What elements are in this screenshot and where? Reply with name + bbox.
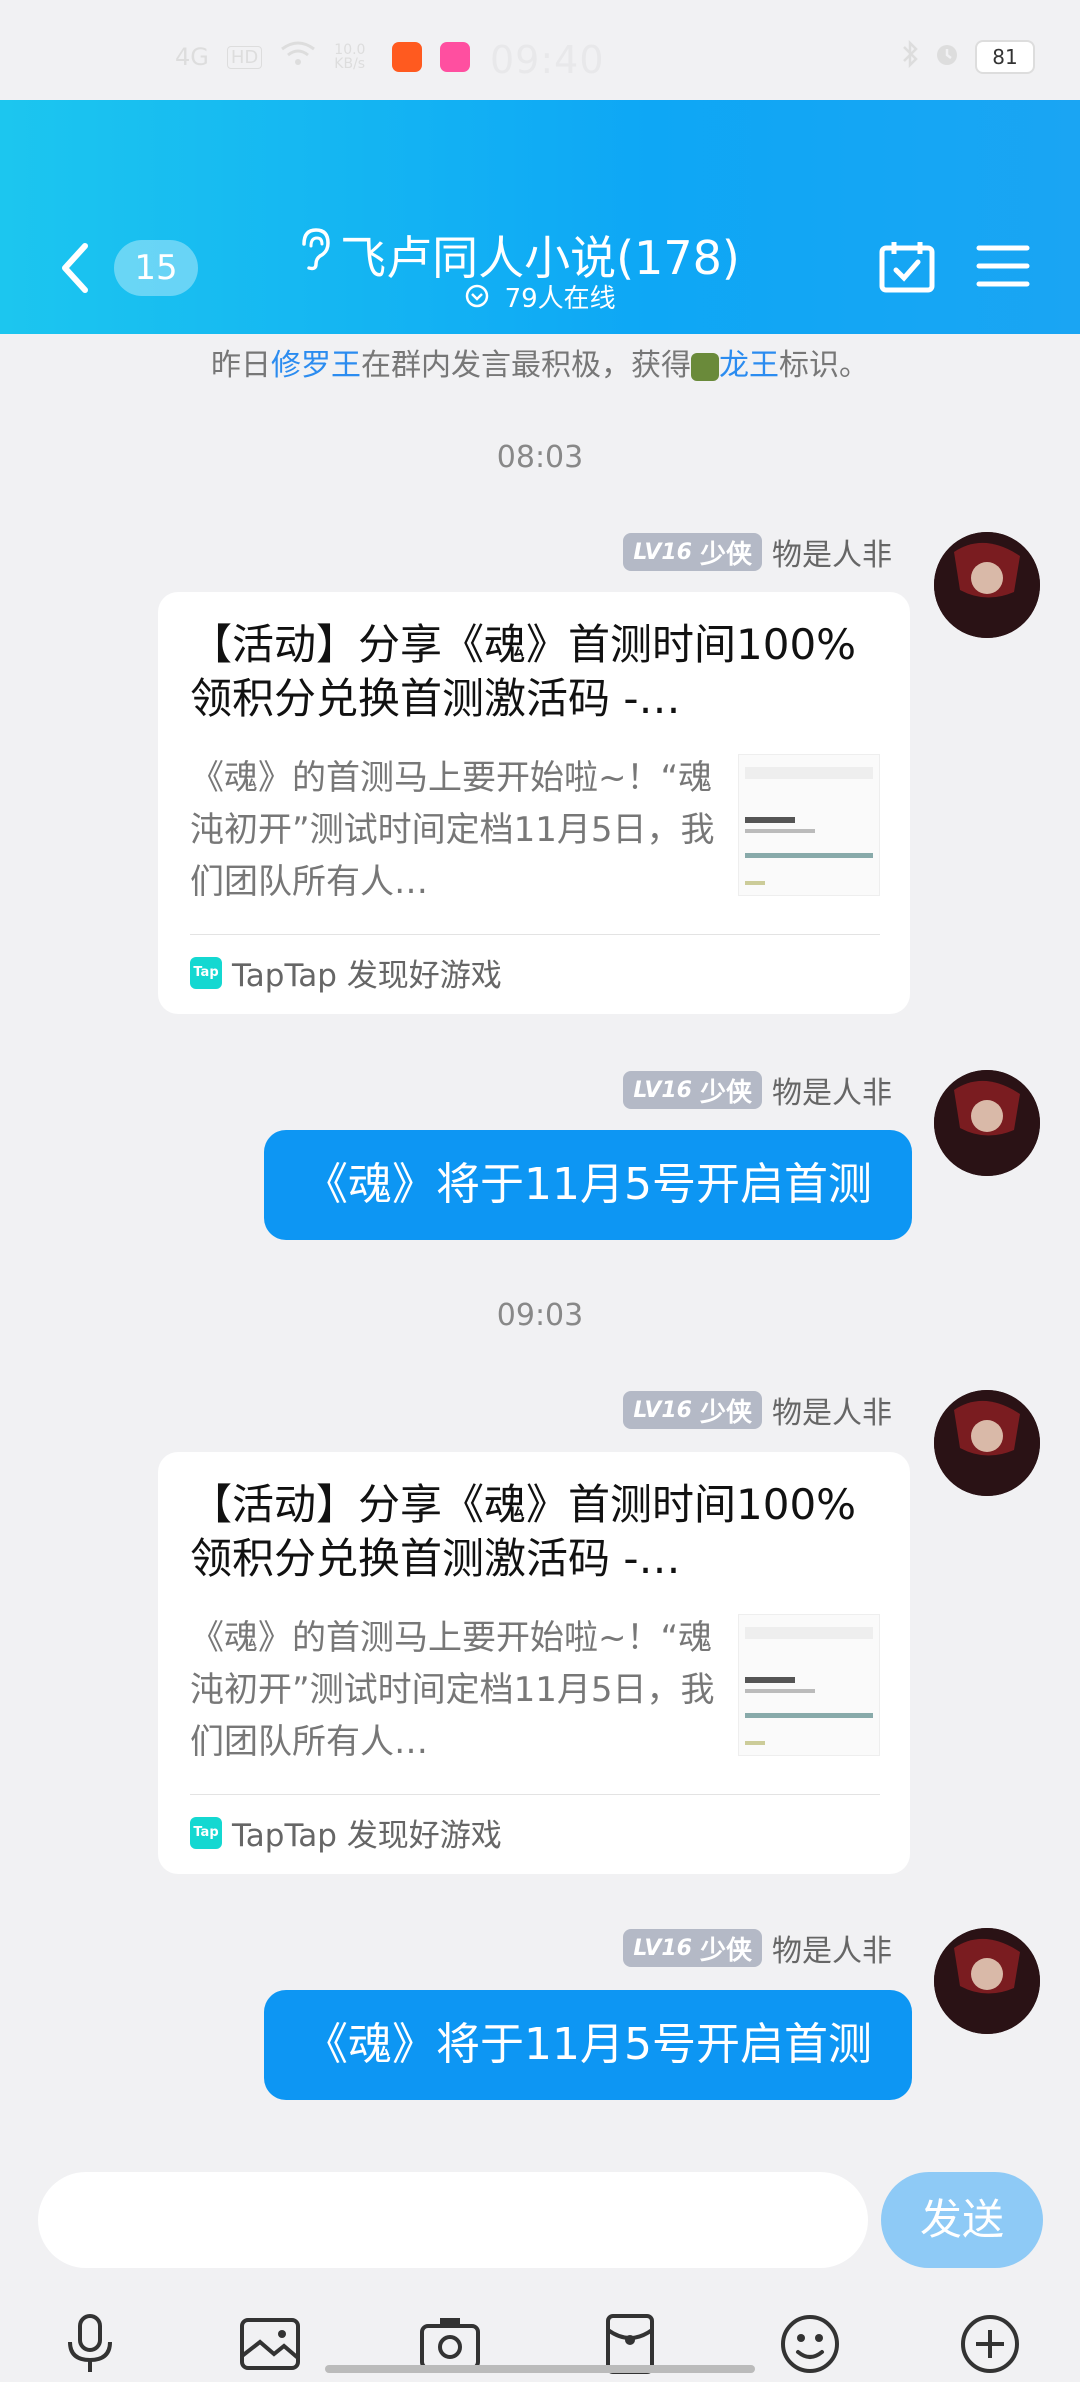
online-status-icon [464, 283, 490, 316]
time-separator: 09:03 [496, 1298, 584, 1333]
status-right: 81 [901, 39, 1035, 74]
card-divider [190, 1794, 880, 1795]
card-description: 《魂》的首测马上要开始啦~！“魂沌初开”测试时间定档11月5日，我们团队所有人… [190, 1618, 715, 1762]
card-title: 【活动】分享《魂》首测时间100%领积分兑换首测激活码 -… [190, 620, 857, 723]
taptap-logo-icon: Tap [190, 1816, 222, 1849]
plus-icon[interactable] [958, 2312, 1022, 2376]
taptap-logo-icon: Tap [190, 956, 222, 989]
menu-button[interactable] [976, 244, 1030, 292]
system-message: 昨日修罗王在群内发言最积极，获得 龙王标识。 [211, 348, 869, 383]
status-bar: 4G HD 10.0 KB/s 09:40 81 [0, 0, 1080, 100]
home-indicator[interactable] [325, 2365, 755, 2373]
avatar[interactable] [934, 1070, 1040, 1176]
sender-name[interactable]: 物是人非 [772, 1388, 892, 1432]
shared-link-card[interactable]: 【活动】分享《魂》首测时间100%领积分兑换首测激活码 -… 《魂》的首测马上要… [158, 592, 910, 1014]
time-separator: 08:03 [496, 440, 584, 475]
level-badge: LV16 少侠 [623, 533, 762, 571]
speed-label: 10.0 KB/s [334, 42, 366, 72]
level-badge: LV16 少侠 [623, 1391, 762, 1429]
bilibili-app-icon [440, 42, 471, 72]
online-count-label: 79人在线 [504, 284, 616, 314]
system-message-user-link[interactable]: 修罗王 [271, 348, 361, 383]
sender-row: LV16 少侠 物是人非 [623, 1068, 892, 1112]
emoji-icon[interactable] [778, 2312, 842, 2376]
sender-name[interactable]: 物是人非 [772, 1068, 892, 1112]
alarm-icon [933, 40, 961, 74]
level-badge: LV16 少侠 [623, 1071, 762, 1109]
kuaishou-app-icon [392, 42, 423, 72]
message-bubble[interactable]: 《魂》将于11月5号开启首测 [264, 1130, 912, 1240]
microphone-icon[interactable] [58, 2312, 122, 2376]
status-left: 4G HD 10.0 KB/s [175, 40, 471, 74]
sender-row: LV16 少侠 物是人非 [623, 1388, 892, 1432]
calendar-button[interactable] [878, 240, 936, 298]
card-source: Tap TapTap 发现好游戏 [190, 950, 502, 995]
hd-label: HD [226, 45, 263, 69]
card-divider [190, 934, 880, 935]
card-source: Tap TapTap 发现好游戏 [190, 1810, 502, 1855]
hamburger-menu-icon [976, 245, 1030, 287]
sender-row: LV16 少侠 物是人非 [623, 1926, 892, 1970]
card-source-label: TapTap 发现好游戏 [232, 958, 502, 994]
battery-indicator: 81 [975, 40, 1035, 74]
system-message-badge-link[interactable]: 龙王 [719, 348, 779, 383]
image-icon[interactable] [238, 2312, 302, 2376]
message-input[interactable] [38, 2172, 868, 2268]
dragon-king-icon [691, 352, 719, 381]
shared-link-card[interactable]: 【活动】分享《魂》首测时间100%领积分兑换首测激活码 -… 《魂》的首测马上要… [158, 1452, 910, 1874]
avatar[interactable] [934, 1390, 1040, 1496]
avatar[interactable] [934, 1928, 1040, 2034]
card-thumbnail [738, 754, 880, 896]
avatar[interactable] [934, 532, 1040, 638]
level-badge: LV16 少侠 [623, 1929, 762, 1967]
card-title: 【活动】分享《魂》首测时间100%领积分兑换首测激活码 -… [190, 1480, 857, 1583]
card-source-label: TapTap 发现好游戏 [232, 1818, 502, 1854]
wifi-icon [280, 40, 316, 74]
input-area: 发送 [0, 2146, 1080, 2376]
network-label: 4G [175, 43, 209, 71]
card-thumbnail [738, 1614, 880, 1756]
sender-name[interactable]: 物是人非 [772, 530, 892, 574]
bluetooth-icon [901, 39, 919, 74]
sender-row: LV16 少侠 物是人非 [623, 530, 892, 574]
card-description: 《魂》的首测马上要开始啦~！“魂沌初开”测试时间定档11月5日，我们团队所有人… [190, 758, 715, 902]
send-button[interactable]: 发送 [881, 2172, 1043, 2268]
message-bubble[interactable]: 《魂》将于11月5号开启首测 [264, 1990, 912, 2100]
sender-name[interactable]: 物是人非 [772, 1926, 892, 1970]
calendar-check-icon [879, 242, 935, 293]
status-time: 09:40 [490, 38, 605, 82]
